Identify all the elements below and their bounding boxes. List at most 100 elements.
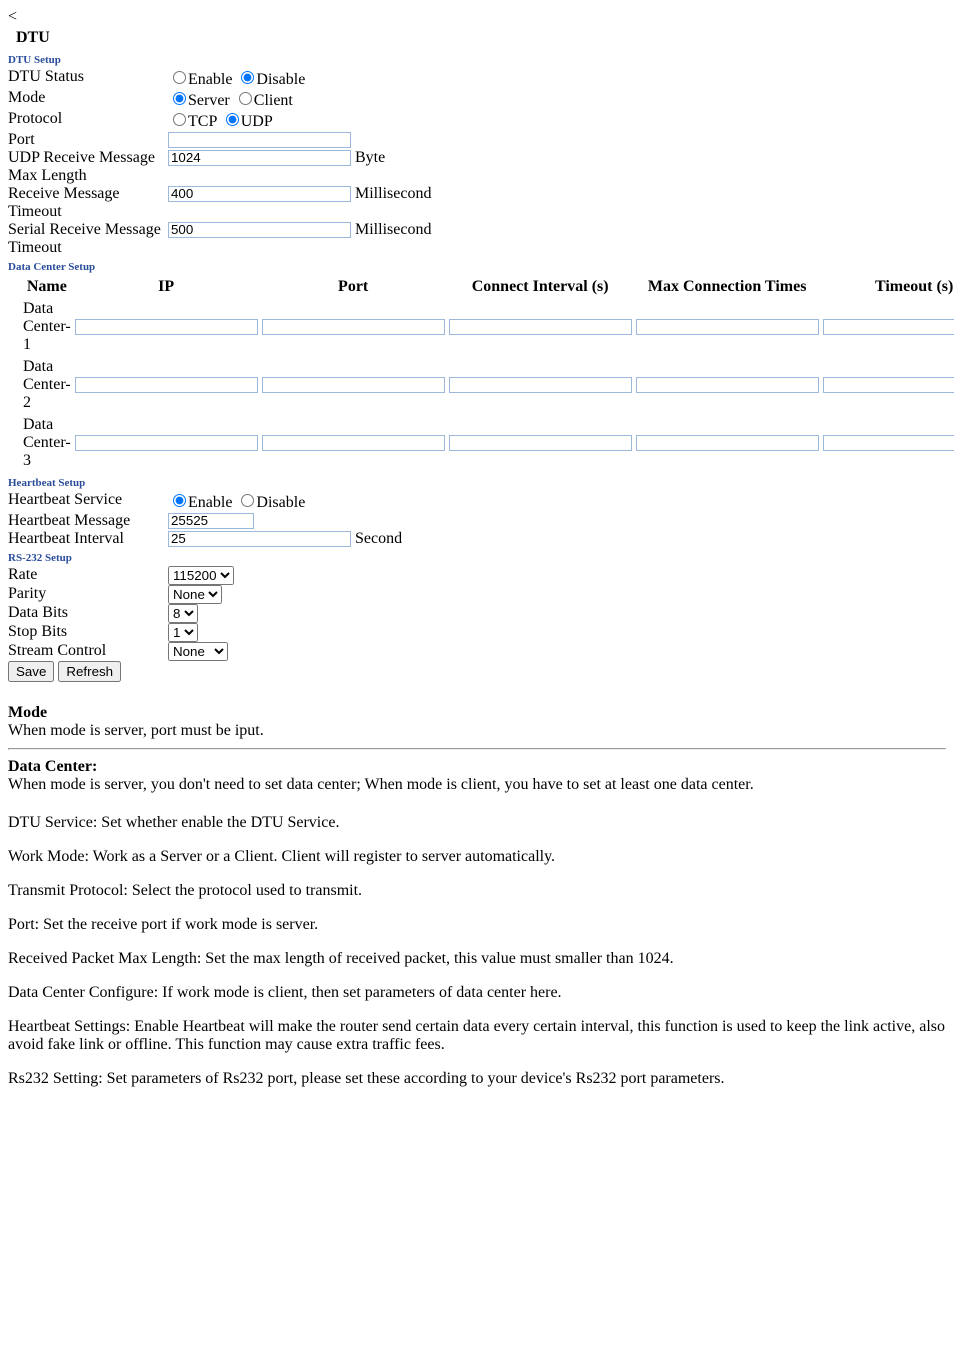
table-row: Data Center-3 — [22, 415, 954, 471]
label-recv-timeout: Receive Message Timeout — [8, 185, 168, 221]
doc-p1: DTU Service: Set whether enable the DTU … — [8, 814, 946, 832]
radio-client-label: Client — [254, 92, 293, 109]
radio-client[interactable]: Client — [234, 92, 293, 109]
input-dc-port[interactable] — [262, 377, 445, 393]
row-parity: Parity None — [8, 585, 946, 604]
label-protocol: Protocol — [8, 110, 168, 131]
row-databits: Data Bits 8 — [8, 604, 946, 623]
row-recv-timeout: Receive Message Timeout Millisecond — [8, 185, 946, 221]
section-heartbeat: Heartbeat Setup — [8, 477, 946, 489]
doc-p8: Rs232 Setting: Set parameters of Rs232 p… — [8, 1070, 946, 1088]
refresh-button[interactable]: Refresh — [58, 661, 121, 682]
input-dc-port[interactable] — [262, 319, 445, 335]
section-rs232: RS-232 Setup — [8, 552, 946, 564]
th-max-conn: Max Connection Times — [635, 277, 820, 297]
cell-name: Data Center-3 — [22, 415, 72, 471]
input-dc-timeout[interactable] — [823, 377, 954, 393]
radio-tcp[interactable]: TCP — [168, 113, 217, 130]
select-rate[interactable]: 115200 — [168, 566, 234, 585]
radio-hb-disable-label: Disable — [256, 494, 305, 511]
document-text: DTU Service: Set whether enable the DTU … — [8, 814, 946, 1088]
input-port[interactable] — [168, 132, 351, 148]
label-hb-message: Heartbeat Message — [8, 512, 168, 530]
label-udp-max: UDP Receive Message Max Length — [8, 149, 168, 185]
radio-udp[interactable]: UDP — [221, 113, 273, 130]
help-mode-text: When mode is server, port must be iput. — [8, 722, 946, 740]
help-dc-title: Data Center: — [8, 758, 946, 776]
row-stopbits: Stop Bits 1 — [8, 623, 946, 642]
help-panel: Help Mode When mode is server, port must… — [8, 682, 946, 798]
th-port: Port — [261, 277, 446, 297]
radio-server[interactable]: Server — [168, 92, 230, 109]
input-hb-message[interactable] — [168, 513, 254, 529]
th-name: Name — [22, 277, 72, 297]
input-udp-max[interactable] — [168, 150, 351, 166]
input-dc-interval[interactable] — [449, 435, 632, 451]
label-hb-service: Heartbeat Service — [8, 491, 168, 512]
radio-hb-enable-label: Enable — [188, 494, 232, 511]
row-dtu-status: DTU Status Enable Disable — [8, 68, 946, 89]
app-window: DTU DTU Setup DTU Status Enable Disable … — [8, 26, 946, 798]
row-hb-service: Heartbeat Service Enable Disable — [8, 491, 946, 512]
label-serial-timeout: Serial Receive Message Timeout — [8, 221, 168, 257]
unit-recv-timeout: Millisecond — [355, 185, 431, 202]
doc-p5: Received Packet Max Length: Set the max … — [8, 950, 946, 968]
row-serial-timeout: Serial Receive Message Timeout Milliseco… — [8, 221, 946, 257]
doc-p6: Data Center Configure: If work mode is c… — [8, 984, 946, 1002]
label-databits: Data Bits — [8, 604, 168, 623]
input-hb-interval[interactable] — [168, 531, 351, 547]
radio-hb-disable[interactable]: Disable — [236, 494, 305, 511]
label-port: Port — [8, 131, 168, 149]
help-mode-title: Mode — [8, 704, 946, 722]
radio-enable-label: Enable — [188, 71, 232, 88]
select-parity[interactable]: None — [168, 585, 222, 604]
main-panel: DTU DTU Setup DTU Status Enable Disable … — [8, 26, 946, 682]
th-ip: IP — [74, 277, 259, 297]
main-panel-title: DTU — [8, 26, 946, 50]
label-mode: Mode — [8, 89, 168, 110]
row-hb-interval: Heartbeat Interval Second — [8, 530, 946, 548]
radio-disable-status[interactable]: Disable — [236, 71, 305, 88]
row-stream: Stream Control None — [8, 642, 946, 661]
input-dc-maxconn[interactable] — [636, 435, 819, 451]
row-protocol: Protocol TCP UDP — [8, 110, 946, 131]
radio-udp-label: UDP — [241, 113, 273, 130]
radio-tcp-label: TCP — [188, 113, 217, 130]
label-dtu-status: DTU Status — [8, 68, 168, 89]
save-button[interactable]: Save — [8, 661, 54, 682]
input-dc-ip[interactable] — [75, 319, 258, 335]
doc-p7: Heartbeat Settings: Enable Heartbeat wil… — [8, 1018, 946, 1054]
input-recv-timeout[interactable] — [168, 186, 351, 202]
doc-p2: Work Mode: Work as a Server or a Client.… — [8, 848, 946, 866]
radio-server-label: Server — [188, 92, 230, 109]
cell-name: Data Center-1 — [22, 299, 72, 355]
input-dc-ip[interactable] — [75, 377, 258, 393]
table-row: Data Center-2 — [22, 357, 954, 413]
unit-udp-max: Byte — [355, 149, 385, 166]
input-dc-interval[interactable] — [449, 319, 632, 335]
th-connect-interval: Connect Interval (s) — [448, 277, 633, 297]
input-serial-timeout[interactable] — [168, 222, 351, 238]
help-dc-text: When mode is server, you don't need to s… — [8, 776, 946, 794]
input-dc-maxconn[interactable] — [636, 319, 819, 335]
label-parity: Parity — [8, 585, 168, 604]
doc-p4: Port: Set the receive port if work mode … — [8, 916, 946, 934]
select-stream[interactable]: None — [168, 642, 228, 661]
unit-hb-interval: Second — [355, 530, 402, 547]
input-dc-ip[interactable] — [75, 435, 258, 451]
input-dc-interval[interactable] — [449, 377, 632, 393]
input-dc-maxconn[interactable] — [636, 377, 819, 393]
radio-hb-enable[interactable]: Enable — [168, 494, 232, 511]
input-dc-port[interactable] — [262, 435, 445, 451]
input-dc-timeout[interactable] — [823, 319, 954, 335]
select-stopbits[interactable]: 1 — [168, 623, 198, 642]
help-panel-title: Help — [8, 682, 946, 700]
doc-p3: Transmit Protocol: Select the protocol u… — [8, 882, 946, 900]
select-databits[interactable]: 8 — [168, 604, 198, 623]
radio-enable-status[interactable]: Enable — [168, 71, 232, 88]
input-dc-timeout[interactable] — [823, 435, 954, 451]
section-dtu-setup: DTU Setup — [8, 54, 946, 66]
section-data-center: Data Center Setup — [8, 261, 946, 273]
radio-disable-label: Disable — [256, 71, 305, 88]
button-row: Save Refresh — [8, 661, 946, 682]
